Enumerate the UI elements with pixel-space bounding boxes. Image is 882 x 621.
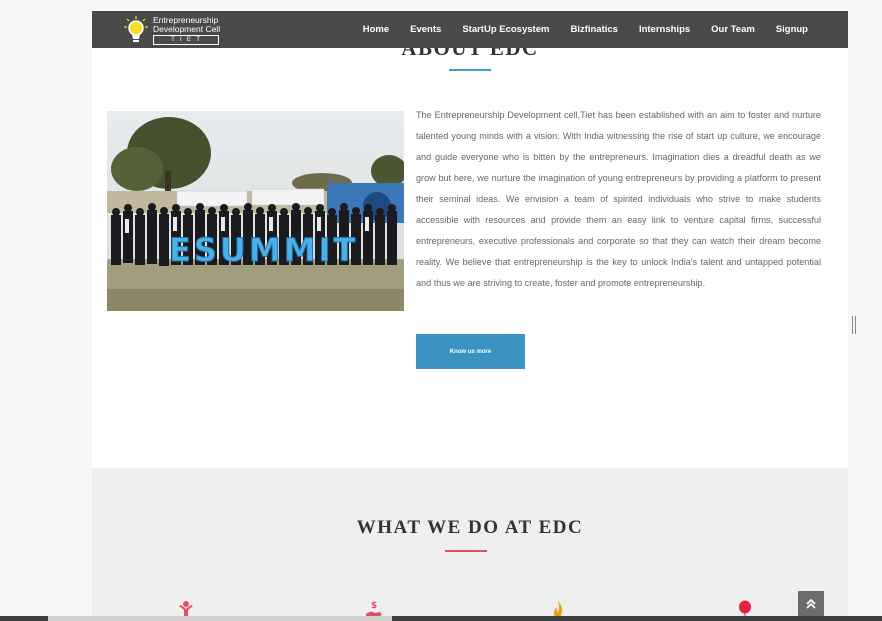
nav-home[interactable]: Home xyxy=(363,24,389,35)
logo-text-line2: Development Cell xyxy=(153,24,221,34)
back-to-top-button[interactable] xyxy=(798,591,824,616)
about-description: The Entrepreneurship Development cell,Ti… xyxy=(416,110,821,288)
nav-bizfinatics[interactable]: Bizfinatics xyxy=(570,24,618,35)
what-we-do-section: WHAT WE DO AT EDC $ xyxy=(92,468,848,621)
page-container: Entrepreneurship Development Cell TIET H… xyxy=(92,11,848,621)
nav-internships[interactable]: Internships xyxy=(639,24,690,35)
esummit-banner-text: ESUMMIT xyxy=(169,231,358,269)
nav-our-team[interactable]: Our Team xyxy=(711,24,755,35)
what-we-do-underline xyxy=(445,550,487,552)
nav-events[interactable]: Events xyxy=(410,24,441,35)
double-chevron-up-icon xyxy=(806,598,816,609)
svg-text:$: $ xyxy=(371,601,377,611)
nav-startup-ecosystem[interactable]: StartUp Ecosystem xyxy=(462,24,549,35)
know-us-more-button[interactable]: Know us more xyxy=(416,334,525,369)
nav-signup[interactable]: Signup xyxy=(776,24,808,35)
what-we-do-title: WHAT WE DO AT EDC xyxy=(356,517,584,538)
main-nav: Home Events StartUp Ecosystem Bizfinatic… xyxy=(363,11,808,48)
scrollbar-grip[interactable] xyxy=(852,316,856,334)
photo-scene: ESUMMIT xyxy=(107,111,404,311)
lightbulb-logo-icon xyxy=(124,16,148,42)
edc-logo[interactable]: Entrepreneurship Development Cell TIET xyxy=(124,14,224,46)
about-title-underline xyxy=(449,69,491,71)
logo-text-line3: TIET xyxy=(153,35,219,45)
esummit-group-photo: ESUMMIT xyxy=(107,111,404,311)
horizontal-scrollbar-thumb[interactable] xyxy=(48,616,392,621)
navbar: Entrepreneurship Development Cell TIET H… xyxy=(92,11,848,48)
